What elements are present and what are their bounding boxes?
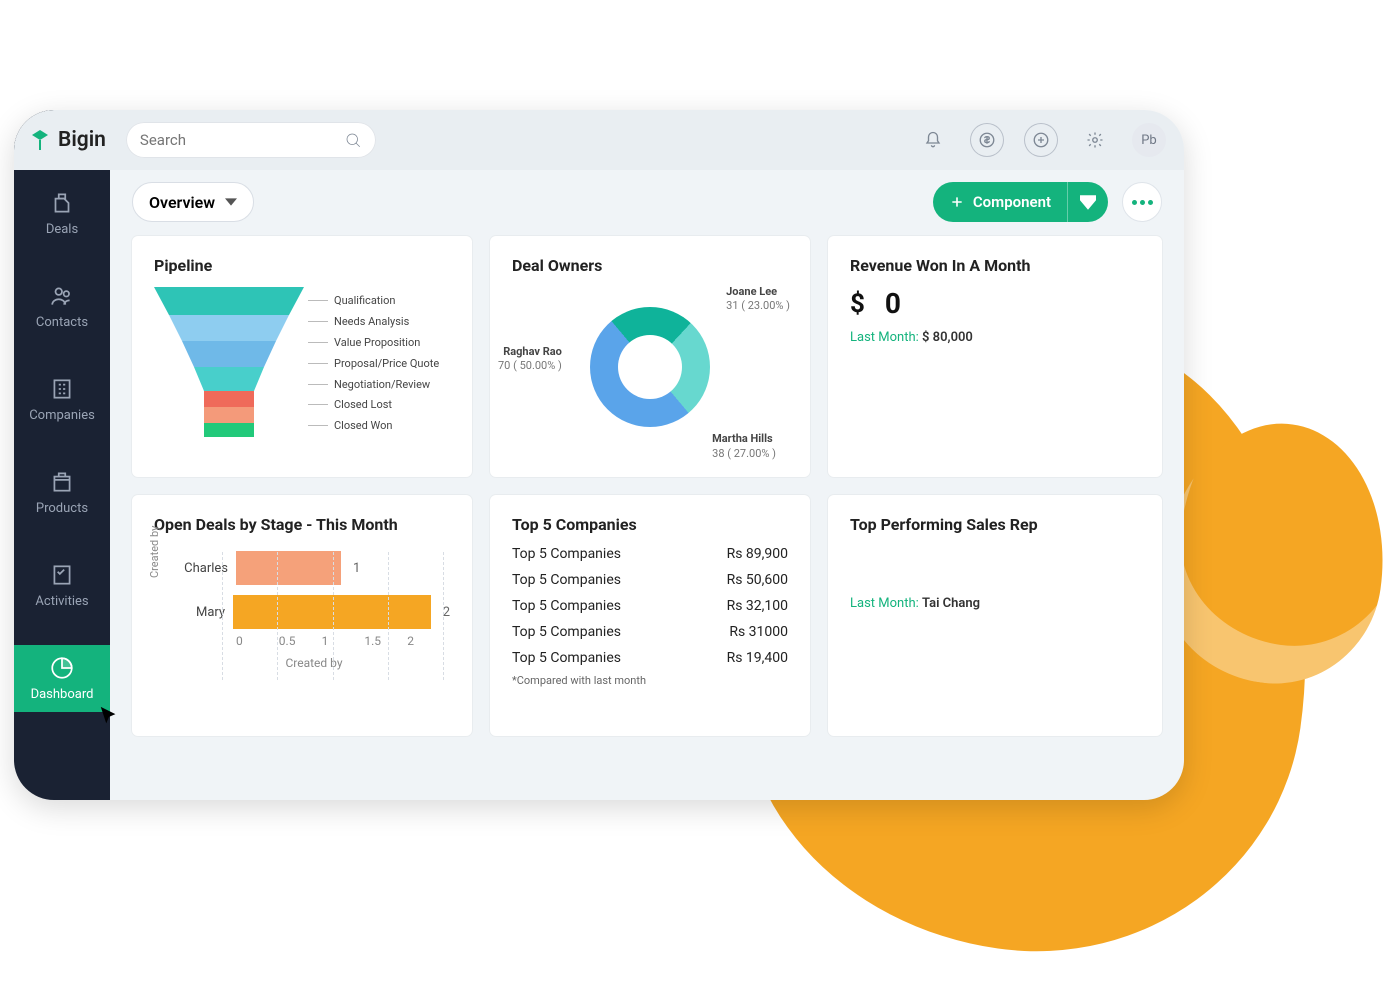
table-row: Top 5 Companies Rs 31000	[512, 624, 788, 640]
dollar-icon	[978, 131, 996, 149]
top-rep-sub-value: Tai Chang	[922, 596, 980, 611]
view-dropdown[interactable]: Overview	[132, 182, 254, 222]
revenue-card: Revenue Won In A Month $ 0 Last Month: $…	[828, 236, 1162, 477]
sidebar-item-companies[interactable]: Companies	[14, 366, 110, 433]
company-value: Rs 31000	[729, 624, 788, 640]
bell-icon	[924, 131, 942, 149]
add-component-label: Component	[973, 193, 1051, 211]
plus-icon	[949, 194, 965, 210]
card-title: Top 5 Companies	[512, 515, 788, 534]
table-row: Top 5 Companies Rs 19,400	[512, 650, 788, 666]
companies-footnote: *Compared with last month	[512, 674, 788, 687]
company-value: Rs 32,100	[727, 598, 788, 614]
company-name: Top 5 Companies	[512, 650, 621, 666]
more-actions-button[interactable]	[1122, 182, 1162, 222]
main-content: Overview Component Pipeline	[110, 110, 1184, 800]
bar-category: Charles	[178, 561, 228, 576]
revenue-sub-value: $ 80,000	[922, 330, 973, 345]
revenue-value: 0	[885, 287, 901, 320]
table-row: Top 5 Companies Rs 32,100	[512, 598, 788, 614]
brand-logo-icon	[28, 128, 52, 152]
funnel-stage-label: Negotiation/Review	[308, 375, 439, 396]
sidebar-label: Deals	[46, 222, 78, 237]
deals-icon	[49, 190, 75, 216]
open-deals-card: Open Deals by Stage - This Month Created…	[132, 495, 472, 736]
currency-button[interactable]	[970, 123, 1004, 157]
table-row: Top 5 Companies Rs 89,900	[512, 546, 788, 562]
chevron-down-icon	[225, 196, 237, 208]
card-title: Revenue Won In A Month	[850, 256, 1140, 275]
deal-owners-card: Deal Owners Joane Lee31 ( 23.00% ) Marth…	[490, 236, 810, 477]
company-name: Top 5 Companies	[512, 546, 621, 562]
sidebar-item-deals[interactable]: Deals	[14, 180, 110, 247]
companies-table: Top 5 Companies Rs 89,900 Top 5 Companie…	[512, 546, 788, 666]
search-field[interactable]	[126, 122, 376, 158]
plus-icon	[1032, 131, 1050, 149]
card-title: Pipeline	[154, 256, 450, 275]
top-bar: Bigin Pb	[14, 110, 1184, 170]
sidebar-label: Contacts	[36, 315, 88, 330]
revenue-sub-label: Last Month:	[850, 330, 919, 345]
search-input[interactable]	[140, 131, 344, 149]
card-title: Top Performing Sales Rep	[850, 515, 1140, 534]
add-button[interactable]	[1024, 123, 1058, 157]
activities-icon	[49, 562, 75, 588]
chevron-down-icon	[1080, 194, 1096, 210]
sidebar-item-activities[interactable]: Activities	[14, 552, 110, 619]
sidebar-item-contacts[interactable]: Contacts	[14, 273, 110, 340]
bar-ylabel: Created by	[148, 526, 161, 578]
page-toolbar: Overview Component	[132, 182, 1162, 222]
notifications-button[interactable]	[916, 123, 950, 157]
funnel-stage-label: Proposal/Price Quote	[308, 354, 439, 375]
card-title: Deal Owners	[512, 256, 788, 275]
products-icon	[49, 469, 75, 495]
search-icon	[344, 131, 362, 149]
funnel-legend: Qualification Needs Analysis Value Propo…	[308, 291, 439, 437]
dropdown-label: Overview	[149, 193, 215, 212]
company-name: Top 5 Companies	[512, 572, 621, 588]
settings-button[interactable]	[1078, 123, 1112, 157]
funnel-stage-label: Qualification	[308, 291, 439, 312]
funnel-stage-label: Closed Lost	[308, 395, 439, 416]
user-avatar[interactable]: Pb	[1132, 123, 1166, 157]
app-window: Bigin Pb Deals Contacts Companies Produc…	[14, 110, 1184, 800]
sidebar-item-products[interactable]: Products	[14, 459, 110, 526]
funnel-stage-label: Value Proposition	[308, 333, 439, 354]
revenue-currency: $	[850, 289, 865, 319]
top-rep-sub-label: Last Month:	[850, 596, 919, 611]
funnel-stage-label: Needs Analysis	[308, 312, 439, 333]
sidebar-nav: Deals Contacts Companies Products Activi…	[14, 110, 110, 800]
top-rep-card: Top Performing Sales Rep Last Month: Tai…	[828, 495, 1162, 736]
funnel-stage-label: Closed Won	[308, 416, 439, 437]
brand: Bigin	[28, 128, 106, 152]
companies-icon	[49, 376, 75, 402]
company-value: Rs 89,900	[727, 546, 788, 562]
sidebar-label: Products	[36, 501, 88, 516]
donut-label-raghav: Raghav Rao70 ( 50.00% )	[498, 345, 562, 374]
sidebar-label: Companies	[29, 408, 95, 423]
company-value: Rs 19,400	[727, 650, 788, 666]
sidebar-item-dashboard[interactable]: Dashboard	[14, 645, 110, 712]
donut-label-martha: Martha Hills38 ( 27.00% )	[712, 432, 776, 461]
company-value: Rs 50,600	[727, 572, 788, 588]
bar-category: Mary	[178, 605, 225, 620]
dashboard-icon	[49, 655, 75, 681]
donut-label-joane: Joane Lee31 ( 23.00% )	[726, 285, 790, 314]
bar-chart: Created by Charles 1 Mary 2 00.511.52 Cr…	[154, 546, 450, 716]
cursor-icon	[98, 705, 120, 727]
pipeline-card: Pipeline Qualification Needs Analysis	[132, 236, 472, 477]
card-title: Open Deals by Stage - This Month	[154, 515, 450, 534]
brand-name: Bigin	[58, 128, 106, 152]
funnel-chart	[154, 287, 304, 457]
table-row: Top 5 Companies Rs 50,600	[512, 572, 788, 588]
company-name: Top 5 Companies	[512, 624, 621, 640]
sidebar-label: Dashboard	[31, 687, 94, 702]
top-companies-card: Top 5 Companies Top 5 Companies Rs 89,90…	[490, 495, 810, 736]
donut-chart	[590, 307, 710, 427]
company-name: Top 5 Companies	[512, 598, 621, 614]
sidebar-label: Activities	[35, 594, 88, 609]
gear-icon	[1086, 131, 1104, 149]
contacts-icon	[49, 283, 75, 309]
add-component-button[interactable]: Component	[933, 182, 1108, 222]
